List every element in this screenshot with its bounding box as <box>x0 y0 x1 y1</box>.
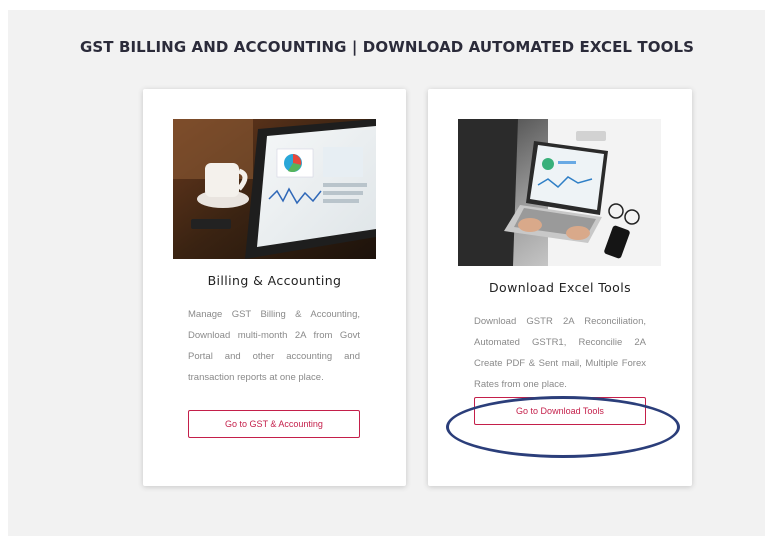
go-to-download-tools-button[interactable]: Go to Download Tools <box>474 397 646 425</box>
card-title: Download Excel Tools <box>489 280 631 295</box>
billing-accounting-card: Billing & Accounting Manage GST Billing … <box>143 89 406 486</box>
download-excel-tools-card: Download Excel Tools Download GSTR 2A Re… <box>428 89 692 486</box>
laptop-typing-image <box>458 119 661 266</box>
card-description: Download GSTR 2A Reconciliation, Automat… <box>474 316 646 390</box>
card-description: Manage GST Billing & Accounting, Downloa… <box>188 309 360 383</box>
card-title: Billing & Accounting <box>207 273 342 288</box>
tablet-dashboard-image <box>173 119 376 259</box>
page-heading: GST BILLING AND ACCOUNTING | DOWNLOAD AU… <box>79 38 694 56</box>
go-to-gst-accounting-button[interactable]: Go to GST & Accounting <box>188 410 360 438</box>
